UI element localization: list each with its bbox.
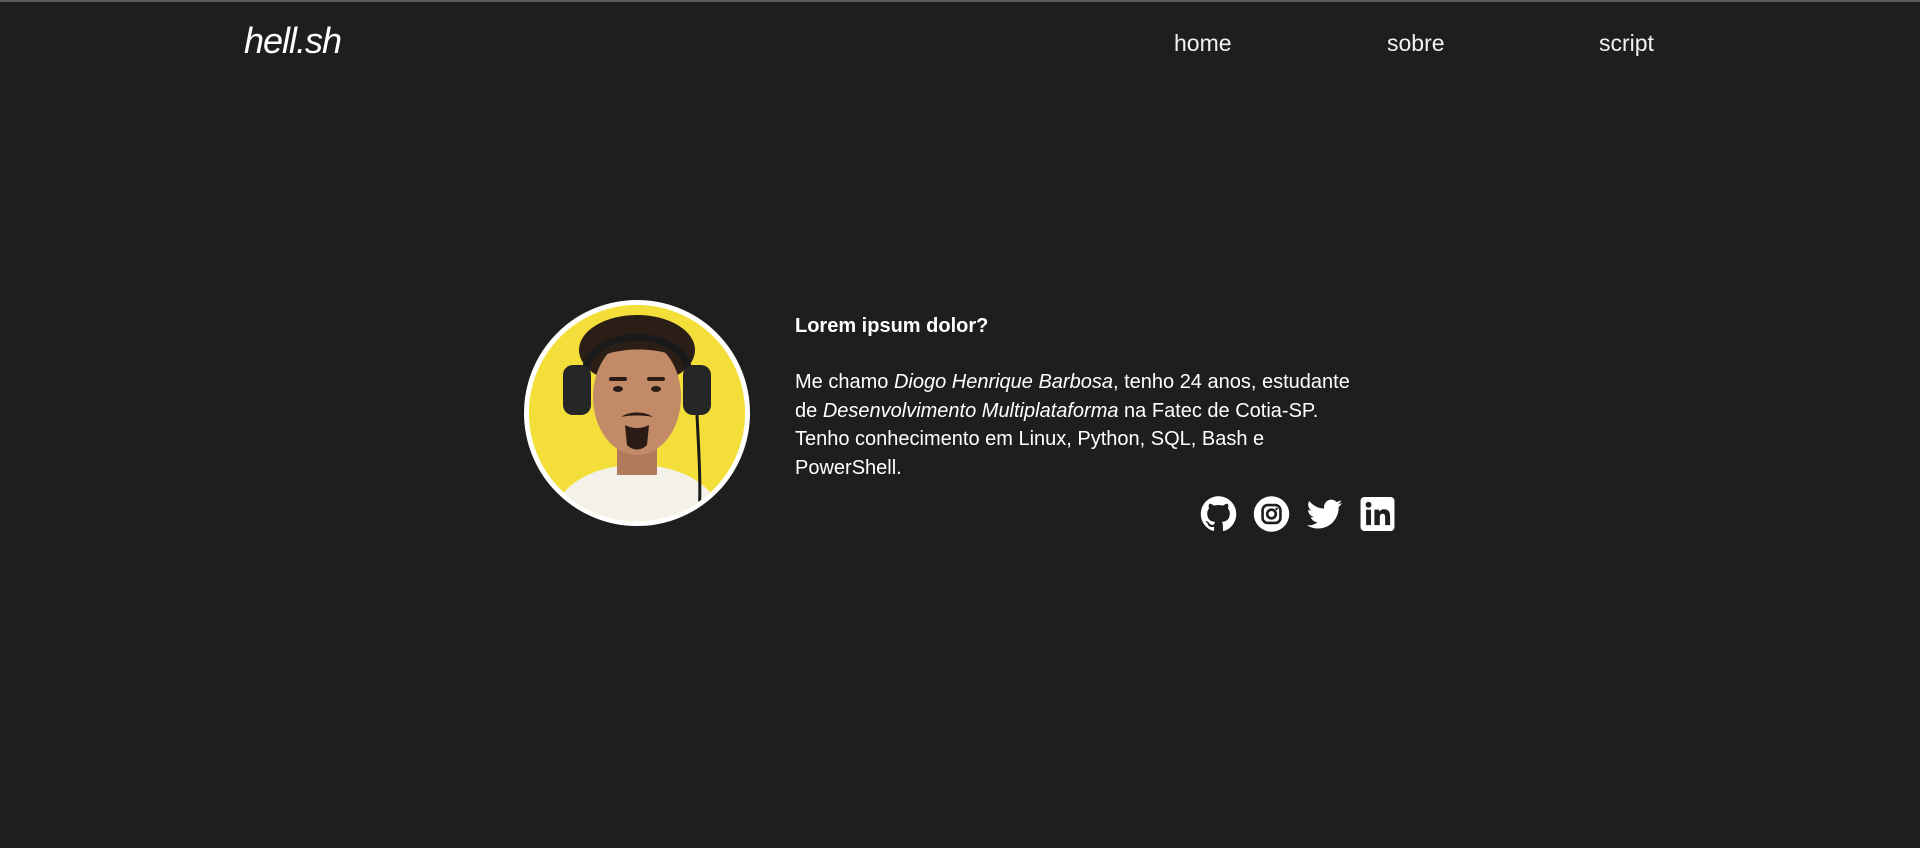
about-text: Me chamo Diogo Henrique Barbosa, tenho 2… [795, 368, 1375, 482]
instagram-link[interactable] [1253, 494, 1290, 534]
nav-link-home[interactable]: home [1174, 30, 1232, 57]
twitter-link[interactable] [1306, 494, 1343, 534]
social-links [1200, 494, 1396, 534]
twitter-icon [1306, 499, 1343, 529]
linkedin-icon [1360, 497, 1395, 531]
instagram-icon [1253, 496, 1290, 532]
nav-link-sobre[interactable]: sobre [1387, 30, 1445, 57]
navbar: hell.sh home sobre script [0, 2, 1920, 82]
about-course: Desenvolvimento Multiplataforma [822, 399, 1119, 422]
linkedin-link[interactable] [1359, 494, 1396, 534]
about-name: Diogo Henrique Barbosa [893, 371, 1113, 393]
profile-photo [529, 305, 745, 521]
about-title: Lorem ipsum dolor? [795, 315, 989, 337]
nav-link-script[interactable]: script [1599, 30, 1654, 57]
github-link[interactable] [1200, 494, 1237, 534]
about-text-part-1: Me chamo [795, 371, 894, 393]
profile-avatar [524, 300, 750, 526]
about-section: Lorem ipsum dolor? Me chamo Diogo Henriq… [795, 312, 1385, 502]
github-icon [1200, 496, 1237, 532]
site-logo[interactable]: hell.sh [244, 20, 342, 62]
